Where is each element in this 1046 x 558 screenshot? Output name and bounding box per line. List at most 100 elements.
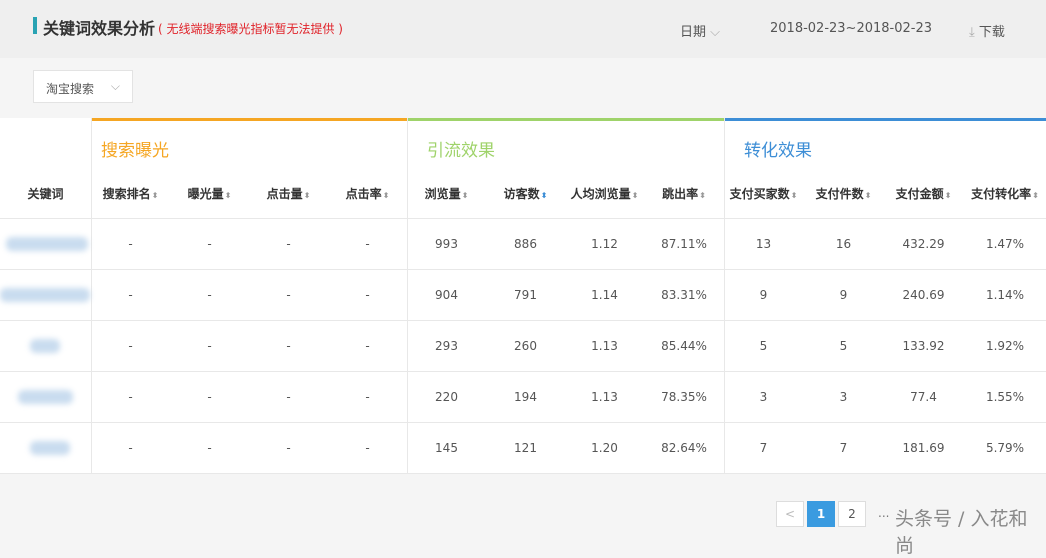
notice-text: ( 无线端搜索曝光指标暂无法提供 ) [158, 22, 343, 36]
table-cell: - [207, 288, 212, 302]
table-cell: 9 [759, 288, 768, 302]
download-button[interactable]: ⤓ 下载 [969, 21, 1005, 40]
page-2-button[interactable]: 2 [838, 501, 866, 527]
table-cell: 1.13 [591, 390, 618, 404]
column-header[interactable]: 曝光量⬍ [170, 185, 249, 202]
group-label: 引流效果 [427, 141, 495, 161]
column-label: 支付件数 [815, 187, 864, 201]
table-cell: - [286, 237, 291, 251]
column-header[interactable]: 跳出率⬍ [644, 185, 724, 202]
table-cell: - [365, 441, 370, 455]
column-header[interactable]: 点击率⬍ [328, 185, 407, 202]
column-header[interactable]: 点击量⬍ [249, 185, 328, 202]
source-select[interactable]: 淘宝搜索 ⌵ [33, 70, 133, 103]
column-header[interactable]: 支付转化率⬍ [964, 185, 1046, 202]
sort-icon[interactable]: ⬍ [632, 191, 639, 200]
sort-icon[interactable]: ⬍ [791, 191, 798, 200]
column-header[interactable]: 人均浏览量⬍ [565, 185, 644, 202]
date-dropdown[interactable]: 日期 ⌵ [680, 21, 720, 40]
column-label: 支付转化率 [971, 187, 1032, 201]
table-cell: 432.29 [902, 237, 945, 251]
table-cell: 791 [514, 288, 537, 302]
table-cell: - [286, 390, 291, 404]
table-cell: - [207, 339, 212, 353]
table-cell: 181.69 [902, 441, 945, 455]
table-cell: 293 [435, 339, 458, 353]
table-cell: 1.55% [985, 390, 1025, 404]
column-label: 访客数 [503, 187, 540, 201]
group-label: 转化效果 [744, 141, 812, 161]
table-cell: 3 [839, 390, 848, 404]
page-1-button[interactable]: 1 [807, 501, 835, 527]
table-cell: 7 [839, 441, 848, 455]
column-header[interactable]: 搜索排名⬍ [91, 185, 170, 202]
page-title: 关键词效果分析 [43, 19, 156, 38]
date-label: 日期 [680, 25, 707, 40]
keyword-cell-blurred [18, 390, 73, 404]
column-label: 支付金额 [895, 187, 944, 201]
sort-icon[interactable]: ⬍ [699, 191, 706, 200]
sort-icon[interactable]: ⬍ [304, 191, 311, 200]
table-cell: - [365, 237, 370, 251]
sort-icon[interactable]: ⬍ [152, 191, 159, 200]
sort-icon[interactable]: ⬍ [541, 191, 548, 200]
table-cell: - [207, 237, 212, 251]
table-cell: 1.47% [985, 237, 1025, 251]
table-cell: 240.69 [902, 288, 945, 302]
table-cell: 1.13 [591, 339, 618, 353]
title-accent [33, 17, 37, 34]
table-cell: 121 [514, 441, 537, 455]
table-cell: 16 [835, 237, 852, 251]
table-cell: 1.14 [591, 288, 618, 302]
column-label: 点击率 [345, 187, 382, 201]
column-label: 曝光量 [187, 187, 224, 201]
column-header[interactable]: 访客数⬍ [486, 185, 565, 202]
table-cell: 1.14% [985, 288, 1025, 302]
column-label: 搜索排名 [102, 187, 151, 201]
prev-page-button[interactable]: < [776, 501, 804, 527]
table-row: - - - - 220 194 1.13 78.35% 3 3 77.4 1.55% [0, 371, 1046, 422]
sort-icon[interactable]: ⬍ [383, 191, 390, 200]
column-header[interactable]: 支付金额⬍ [884, 185, 963, 202]
table-cell: 993 [435, 237, 458, 251]
table-cell: 82.64% [661, 441, 707, 455]
table-cell: - [286, 288, 291, 302]
table-cell: 1.92% [985, 339, 1025, 353]
table-cell: - [128, 237, 133, 251]
source-select-value: 淘宝搜索 [46, 82, 95, 96]
keyword-cell-blurred [0, 288, 90, 302]
sort-icon[interactable]: ⬍ [1032, 191, 1039, 200]
table-cell: - [207, 441, 212, 455]
table-cell: 1.20 [591, 441, 618, 455]
keyword-cell-blurred [6, 237, 88, 251]
column-header[interactable]: 支付买家数⬍ [724, 185, 803, 202]
table-row: - - - - 993 886 1.12 87.11% 13 16 432.29 1.47% [0, 218, 1046, 269]
column-header[interactable]: 浏览量⬍ [407, 185, 486, 202]
download-icon: ⤓ [969, 25, 975, 40]
table-cell: - [128, 390, 133, 404]
column-label: 关键词 [27, 187, 64, 201]
table-cell: - [286, 339, 291, 353]
sort-icon[interactable]: ⬍ [945, 191, 952, 200]
sort-icon[interactable]: ⬍ [865, 191, 872, 200]
table-cell: 77.4 [910, 390, 937, 404]
table-cell: 5.79% [985, 441, 1025, 455]
sort-icon[interactable]: ⬍ [462, 191, 469, 200]
table-row: - - - - 904 791 1.14 83.31% 9 9 240.69 1.14% [0, 269, 1046, 320]
table-cell: - [286, 441, 291, 455]
column-label: 浏览量 [424, 187, 461, 201]
table-cell: 145 [435, 441, 458, 455]
table-cell: 13 [755, 237, 772, 251]
date-range: 2018-02-23~2018-02-23 [770, 21, 932, 36]
table-cell: 260 [514, 339, 537, 353]
download-label: 下载 [978, 25, 1005, 40]
table-cell: 904 [435, 288, 458, 302]
column-header[interactable]: 支付件数⬍ [804, 185, 883, 202]
sort-icon[interactable]: ⬍ [225, 191, 232, 200]
table-row: - - - - 145 121 1.20 82.64% 7 7 181.69 5.79% [0, 422, 1046, 473]
pagination-ellipsis: ... [878, 506, 890, 520]
column-label: 人均浏览量 [570, 187, 631, 201]
table-cell: 220 [435, 390, 458, 404]
keyword-cell-blurred [30, 339, 60, 353]
divider [0, 473, 1046, 474]
